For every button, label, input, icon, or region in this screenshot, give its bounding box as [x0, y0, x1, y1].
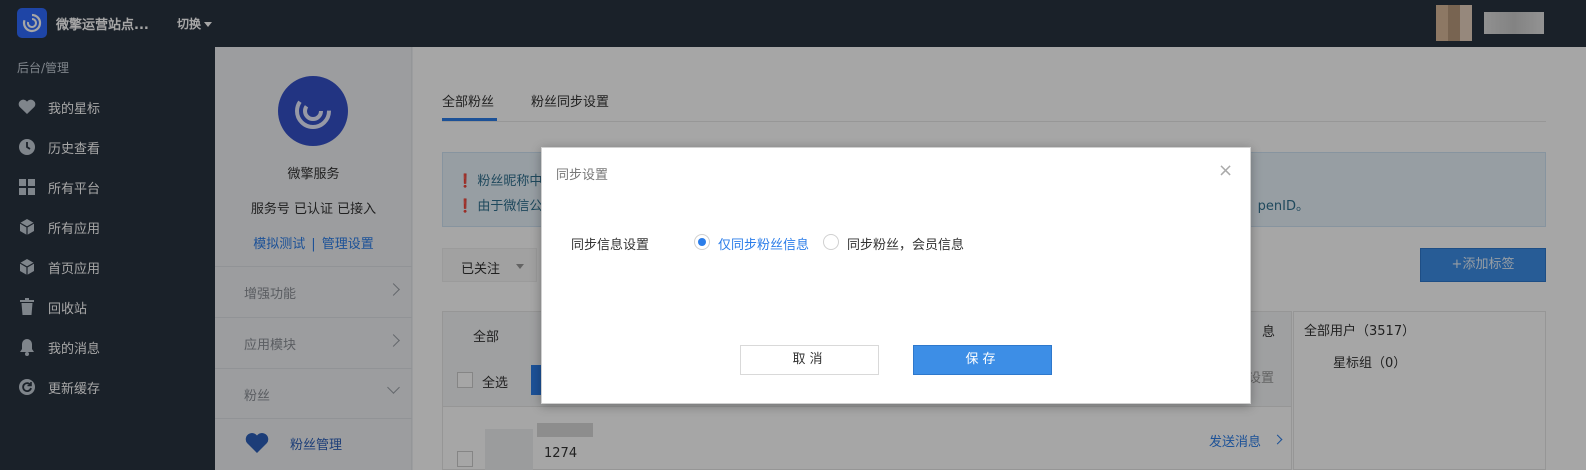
- radio-fans-only-label[interactable]: 仅同步粉丝信息: [718, 234, 809, 253]
- radio-fans-only[interactable]: [694, 234, 710, 250]
- modal-title: 同步设置: [556, 168, 609, 183]
- close-icon[interactable]: ×: [1218, 162, 1233, 180]
- radio-fans-and-members-label[interactable]: 同步粉丝，会员信息: [847, 234, 964, 253]
- save-button[interactable]: 保存: [913, 345, 1052, 375]
- cancel-button[interactable]: 取消: [740, 345, 879, 375]
- sync-settings-modal: 同步设置 × 同步信息设置 仅同步粉丝信息 同步粉丝，会员信息 取消 保存: [541, 147, 1251, 404]
- sync-info-label: 同步信息设置: [571, 238, 650, 253]
- radio-fans-and-members[interactable]: [823, 234, 839, 250]
